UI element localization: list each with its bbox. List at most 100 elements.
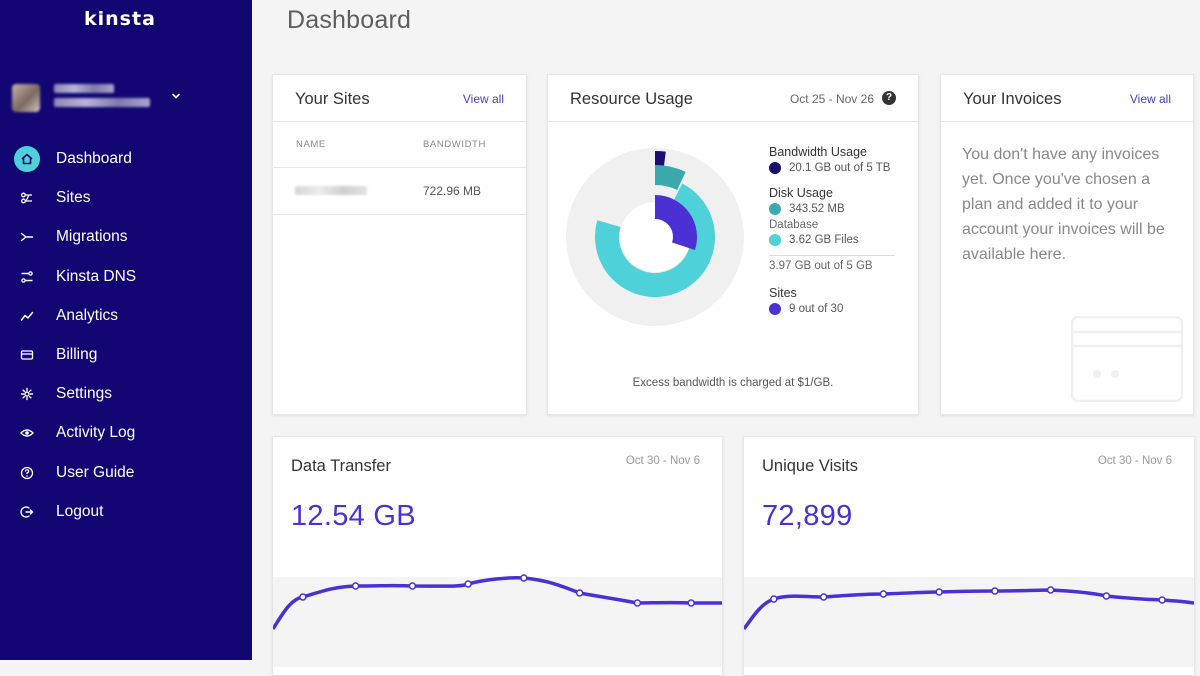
card-title: Your Sites <box>295 90 370 108</box>
table-row[interactable]: 722.96 MB <box>273 168 526 215</box>
disk-usage-total: 3.97 GB out of 5 GB <box>769 255 895 272</box>
unique-visits-card: Unique Visits Oct 30 - Nov 6 72,899 <box>743 436 1195 676</box>
sidebar-item-kinsta-dns[interactable]: Kinsta DNS <box>0 258 252 297</box>
database-arc <box>654 165 686 191</box>
card-title: Data Transfer <box>291 457 391 475</box>
bandwidth-arc <box>654 151 666 174</box>
view-all-invoices-link[interactable]: View all <box>1130 92 1171 106</box>
legend-item-files: 3.62 GB Files <box>769 231 899 249</box>
data-transfer-total: 12.54 GB <box>291 500 416 532</box>
avatar <box>12 84 40 112</box>
sidebar-item-billing[interactable]: Billing <box>0 336 252 375</box>
date-range: Oct 30 - Nov 6 <box>625 455 700 467</box>
account-name-redacted <box>54 84 114 93</box>
database-label: Database <box>769 219 819 231</box>
legend-dot-bandwidth <box>769 162 781 174</box>
card-header: Resource Usage Oct 25 - Nov 26 ? <box>548 75 918 122</box>
chart-point[interactable] <box>770 595 778 603</box>
usage-legend: Bandwidth Usage 20.1 GB out of 5 TB Disk… <box>769 145 899 318</box>
site-bandwidth: 722.96 MB <box>423 184 482 198</box>
kinsta-logo[interactable]: kinsta <box>84 8 156 30</box>
sidebar-item-label: Analytics <box>56 306 119 324</box>
chart-point[interactable] <box>991 587 999 595</box>
view-all-sites-link[interactable]: View all <box>463 92 504 106</box>
help-icon[interactable]: ? <box>882 91 896 105</box>
sidebar-item-user-guide[interactable]: User Guide <box>0 454 252 493</box>
card-title: Unique Visits <box>762 457 858 475</box>
chart-point[interactable] <box>351 582 360 590</box>
sidebar-item-label: Billing <box>56 345 98 363</box>
chart-point[interactable] <box>408 582 417 590</box>
account-company-redacted <box>54 98 150 107</box>
sidebar-item-label: Sites <box>56 189 91 207</box>
page-title: Dashboard <box>287 6 412 34</box>
invoices-empty-message: You don't have any invoices yet. Once yo… <box>962 146 1165 263</box>
card-header: Your Sites View all <box>273 75 526 122</box>
bandwidth-usage-value: 20.1 GB out of 5 TB <box>789 162 891 174</box>
sidebar: kinsta Dashboard Sites Migrations Kinsta… <box>0 0 252 660</box>
data-transfer-sparkline <box>273 574 722 630</box>
legend-dot-files <box>769 234 781 246</box>
excess-bandwidth-note: Excess bandwidth is charged at $1/GB. <box>632 377 834 389</box>
chart-point[interactable] <box>1102 592 1111 600</box>
sites-icon <box>14 185 40 211</box>
sidebar-item-sites[interactable]: Sites <box>0 179 252 218</box>
files-size: 3.62 GB Files <box>789 234 859 246</box>
chart-point[interactable] <box>575 589 584 597</box>
account-switcher[interactable] <box>12 82 242 114</box>
invoice-illustration-icon <box>1071 316 1183 402</box>
sidebar-item-dashboard[interactable]: Dashboard <box>0 140 252 179</box>
card-title: Your Invoices <box>963 90 1062 108</box>
column-header-name: NAME <box>296 139 326 150</box>
sidebar-item-logout[interactable]: Logout <box>0 493 252 532</box>
sidebar-item-label: Settings <box>56 385 113 403</box>
disk-usage-title: Disk Usage <box>769 186 833 200</box>
migrations-icon <box>14 224 40 250</box>
sidebar-item-label: Dashboard <box>56 150 132 167</box>
resource-usage-card: Resource Usage Oct 25 - Nov 26 ? Bandwid… <box>547 74 919 415</box>
help-circle-icon <box>14 460 40 486</box>
sidebar-item-label: Kinsta DNS <box>56 267 137 285</box>
sidebar-item-settings[interactable]: Settings <box>0 375 252 414</box>
chart-point[interactable] <box>687 599 695 607</box>
dns-icon <box>14 264 40 290</box>
sites-title: Sites <box>769 286 797 300</box>
unique-visits-total: 72,899 <box>762 500 853 532</box>
sidebar-nav: Dashboard Sites Migrations Kinsta DNS An… <box>0 140 252 532</box>
chart-point[interactable] <box>879 590 888 598</box>
date-range: Oct 25 - Nov 26 <box>789 92 874 106</box>
chart-point[interactable] <box>520 574 528 582</box>
legend-item-sites: 9 out of 30 <box>769 300 899 318</box>
legend-dot-sites <box>769 303 781 315</box>
chart-point[interactable] <box>464 580 472 588</box>
legend-item-database: 343.52 MB <box>769 200 899 218</box>
your-sites-card: Your Sites View all NAME BANDWIDTH 722.9… <box>272 74 527 415</box>
sidebar-item-label: User Guide <box>56 463 135 481</box>
your-invoices-card: Your Invoices View all You don't have an… <box>940 74 1194 415</box>
sidebar-item-label: Migrations <box>56 228 128 246</box>
sidebar-item-analytics[interactable]: Analytics <box>0 297 252 336</box>
logout-icon <box>14 499 40 525</box>
sidebar-item-label: Activity Log <box>56 424 136 442</box>
card-title: Resource Usage <box>570 90 693 108</box>
site-name-redacted <box>295 186 367 195</box>
chart-point[interactable] <box>819 593 828 601</box>
chart-point[interactable] <box>935 588 943 596</box>
home-icon <box>14 146 40 172</box>
date-range: Oct 30 - Nov 6 <box>1097 455 1172 467</box>
database-size: 343.52 MB <box>789 203 845 215</box>
sites-count: 9 out of 30 <box>789 303 844 315</box>
card-header: Your Invoices View all <box>941 75 1193 122</box>
chart-point[interactable] <box>633 599 642 607</box>
chart-point[interactable] <box>1046 586 1055 594</box>
gear-icon <box>14 381 40 407</box>
chevron-down-icon <box>172 93 180 99</box>
legend-item-bandwidth: 20.1 GB out of 5 TB <box>769 159 899 177</box>
chart-point[interactable] <box>1158 596 1166 604</box>
eye-icon <box>14 420 40 446</box>
sidebar-item-label: Logout <box>56 502 104 520</box>
legend-dot-database <box>769 203 781 215</box>
sidebar-item-migrations[interactable]: Migrations <box>0 218 252 257</box>
chart-point[interactable] <box>299 593 307 601</box>
sidebar-item-activity-log[interactable]: Activity Log <box>0 414 252 453</box>
